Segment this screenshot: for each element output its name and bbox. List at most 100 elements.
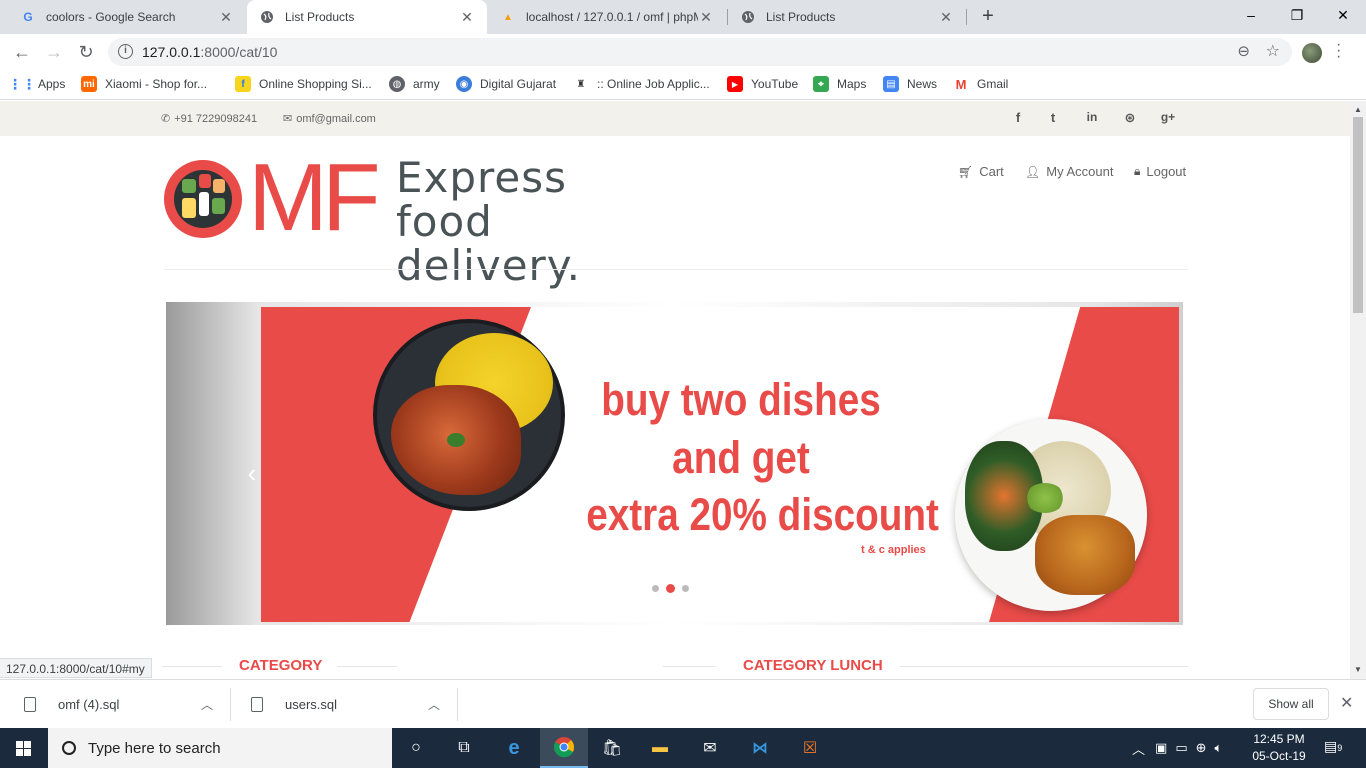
dish-image-rice-curry (373, 319, 565, 511)
mail-icon[interactable]: ✉ (686, 728, 734, 768)
bookmark-star-icon[interactable]: ☆ (1266, 41, 1280, 61)
file-icon (24, 696, 36, 712)
download-item[interactable]: omf (4).sql ︿ (24, 680, 224, 728)
close-shelf-icon[interactable]: ✕ (1340, 693, 1353, 713)
bookmark-youtube[interactable]: ▶ YouTube (727, 76, 798, 92)
linkedin-icon[interactable]: in (1082, 110, 1102, 124)
bookmark-digital-gujarat[interactable]: ◉ Digital Gujarat (456, 76, 556, 92)
page-scrollbar[interactable]: ▲ ▼ (1350, 101, 1366, 679)
bookmark-apps[interactable]: ⋮⋮ Apps (8, 76, 65, 92)
back-button[interactable]: ← (10, 40, 34, 64)
tab-list-products-active[interactable]: List Products ✕ (247, 0, 487, 34)
windows-start-button[interactable] (0, 728, 48, 768)
file-explorer-icon[interactable]: ▬ (636, 728, 684, 768)
reload-button[interactable]: ↻ (74, 40, 98, 64)
vscode-icon[interactable]: ⋈ (736, 728, 784, 768)
scroll-down-arrow-icon[interactable]: ▼ (1353, 665, 1363, 674)
close-tab-icon[interactable]: ✕ (938, 9, 954, 26)
carousel-dot-active[interactable] (666, 584, 675, 593)
divider (230, 688, 231, 721)
tab-phpmyadmin[interactable]: ▲ localhost / 127.0.0.1 / omf | phpM ✕ (488, 0, 726, 34)
taskbar-search-input[interactable]: Type here to search (48, 728, 392, 768)
facebook-icon[interactable]: f (1008, 110, 1028, 125)
chevron-up-icon[interactable]: ︿ (428, 696, 440, 713)
close-tab-icon[interactable]: ✕ (698, 9, 714, 26)
new-tab-button[interactable]: + (976, 5, 1000, 29)
url-text[interactable]: 127.0.0.1:8000/cat/10 (142, 44, 277, 60)
show-all-downloads-button[interactable]: Show all (1253, 688, 1329, 720)
bookmark-news[interactable]: ▤ News (883, 76, 937, 92)
close-tab-icon[interactable]: ✕ (459, 9, 475, 26)
cart-icon: 🛒︎ (958, 164, 974, 179)
tab-title: localhost / 127.0.0.1 / omf | phpM (526, 10, 698, 24)
phpmyadmin-icon: ▲ (503, 11, 513, 23)
cortana-icon[interactable]: ○ (392, 728, 440, 768)
digital-gujarat-icon: ◉ (456, 76, 472, 92)
lock-icon: 🔒︎ (1134, 164, 1141, 178)
carousel-prev-arrow-icon[interactable]: ‹ (242, 458, 262, 488)
forward-button[interactable]: → (42, 40, 66, 64)
google-plus-icon[interactable]: g+ (1158, 110, 1178, 124)
emblem-icon: ♜ (576, 78, 586, 90)
close-tab-icon[interactable]: ✕ (218, 9, 234, 26)
twitter-icon[interactable]: t (1043, 110, 1063, 125)
carousel-dot[interactable] (652, 585, 659, 592)
restore-button[interactable]: ❐ (1274, 0, 1320, 30)
dish-image-rice-vegetables (955, 419, 1147, 611)
tab-list-products[interactable]: List Products ✕ (728, 0, 966, 34)
taskbar-clock[interactable]: 12:45 PM 05-Oct-19 (1246, 731, 1312, 765)
task-view-icon[interactable]: ⧉ (440, 728, 488, 768)
my-account-link[interactable]: 👤︎ My Account (1025, 164, 1113, 179)
chrome-icon[interactable] (540, 728, 588, 768)
notification-center-icon[interactable]: ▤9 (1324, 738, 1344, 758)
promo-carousel[interactable]: ‹ buy two dishes and get extra 20% disco… (166, 302, 1183, 625)
terms-note: t & c applies (861, 544, 926, 556)
divider-line (337, 666, 397, 667)
chevron-up-icon[interactable]: ︿ (201, 696, 213, 713)
edge-icon[interactable]: e (490, 728, 538, 768)
profile-avatar[interactable] (1302, 43, 1322, 63)
dribbble-icon[interactable]: ⊛ (1120, 110, 1140, 126)
bookmark-army[interactable]: ◍ army (389, 76, 440, 92)
battery-icon[interactable]: ▭ (1175, 740, 1187, 756)
scroll-up-arrow-icon[interactable]: ▲ (1353, 105, 1363, 114)
store-icon[interactable]: 🛍︎ (588, 728, 636, 768)
email-contact[interactable]: ✉ omf@gmail.com (283, 112, 376, 126)
scrollbar-thumb[interactable] (1353, 117, 1363, 313)
close-window-button[interactable]: ✕ (1320, 0, 1366, 30)
carousel-dot[interactable] (682, 585, 689, 592)
search-icon (62, 741, 76, 755)
tab-title: List Products (285, 10, 355, 24)
bookmark-flipkart[interactable]: f Online Shopping Si... (235, 76, 372, 92)
bookmark-online-job[interactable]: ♜ :: Online Job Applic... (573, 76, 710, 92)
link-status-tooltip: 127.0.0.1:8000/cat/10#my (0, 658, 152, 678)
bookmark-maps[interactable]: ⌖ Maps (813, 76, 866, 92)
globe-icon (740, 9, 756, 25)
system-tray: ︿ ▣ ▭ ⊕ 🔈︎ (1132, 728, 1222, 768)
contact-top-bar: ✆ +91 7229098241 ✉ omf@gmail.com f t in … (0, 101, 1350, 136)
logout-link[interactable]: 🔒︎ Logout (1134, 164, 1186, 179)
phone-contact: ✆ +91 7229098241 (161, 112, 258, 126)
chrome-menu-icon[interactable]: · · · (1336, 37, 1341, 65)
network-status-icon[interactable]: ▣ (1155, 740, 1167, 756)
minimize-button[interactable]: – (1228, 0, 1274, 30)
category-heading: CATEGORY (239, 657, 323, 674)
logo-letters: MF (248, 144, 381, 251)
news-icon: ▤ (883, 76, 899, 92)
language-globe-icon[interactable]: ⊕ (1196, 740, 1207, 756)
cart-link[interactable]: 🛒︎ Cart (958, 164, 1004, 179)
volume-icon[interactable]: 🔈︎ (1215, 740, 1223, 756)
omf-logo[interactable]: MF Express food delivery. (164, 148, 664, 288)
web-page: ✆ +91 7229098241 ✉ omf@gmail.com f t in … (0, 101, 1350, 679)
xampp-icon[interactable]: ☒ (786, 728, 834, 768)
address-bar[interactable]: i 127.0.0.1:8000/cat/10 ⊖ ☆ (108, 38, 1292, 66)
browser-tab-strip: G coolors - Google Search ✕ List Product… (0, 0, 1366, 34)
site-info-icon[interactable]: i (118, 44, 133, 59)
bookmark-gmail[interactable]: M Gmail (953, 76, 1009, 92)
mi-icon: mi (81, 76, 97, 92)
chevron-up-icon[interactable]: ︿ (1132, 739, 1145, 758)
download-item[interactable]: users.sql ︿ (251, 680, 451, 728)
zoom-icon[interactable]: ⊖ (1237, 42, 1250, 60)
bookmark-xiaomi[interactable]: mi Xiaomi - Shop for... (81, 76, 207, 92)
tab-google-search[interactable]: G coolors - Google Search ✕ (8, 0, 246, 34)
